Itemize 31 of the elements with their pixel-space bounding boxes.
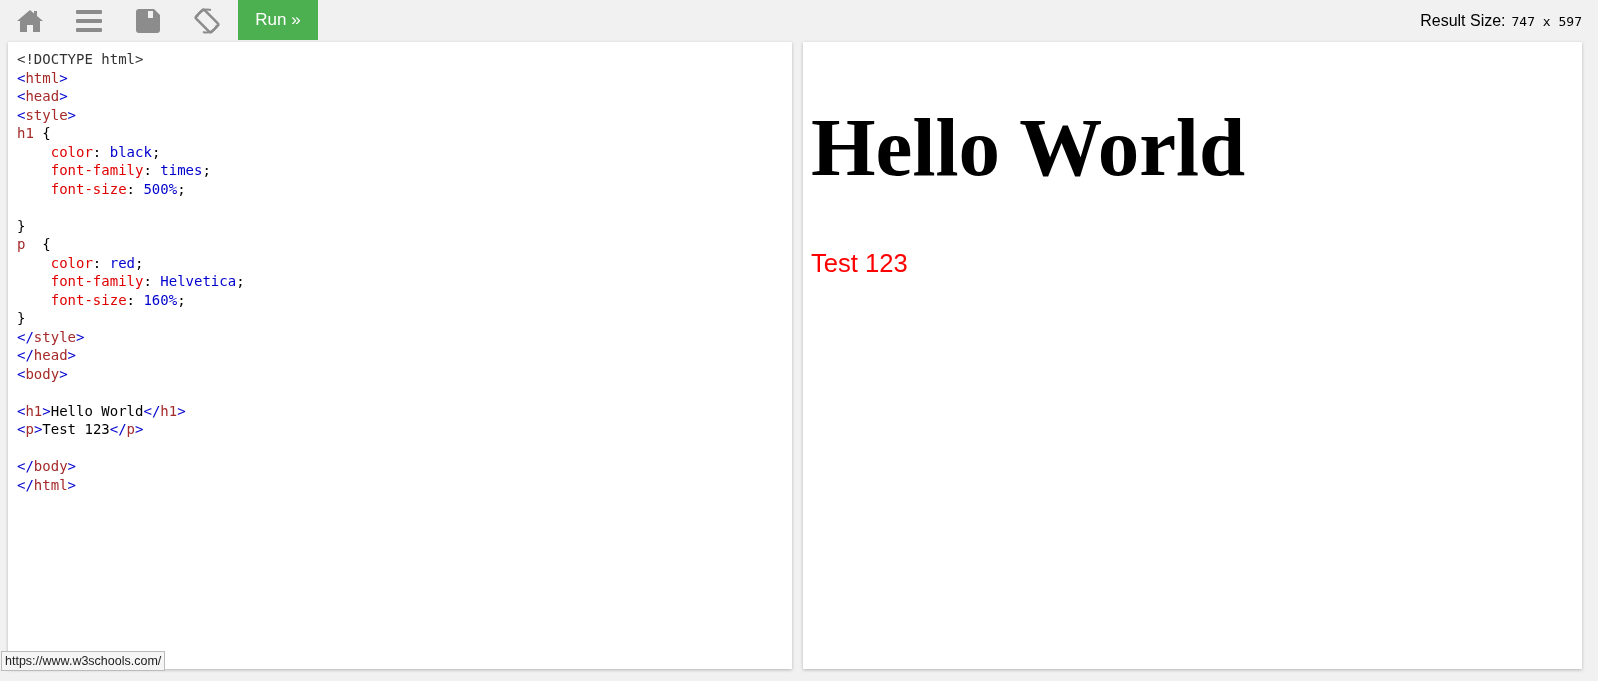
result-size-label: Result Size: xyxy=(1420,11,1506,30)
link-tooltip: https://www.w3schools.com/ xyxy=(1,651,166,671)
run-button[interactable]: Run » xyxy=(238,0,318,40)
code-line: font-family: Helvetica; xyxy=(49,272,245,291)
code-line: } xyxy=(17,309,26,328)
hello-heading: Hello World xyxy=(811,100,1246,195)
code-line: <!DOCTYPE html> xyxy=(17,50,144,69)
code-line: color: red; xyxy=(49,253,144,272)
home-icon[interactable] xyxy=(15,8,44,33)
code-line: <head> xyxy=(17,87,68,106)
code-line: </style> xyxy=(17,327,85,346)
code-line: <body> xyxy=(17,364,68,383)
rotate-icon[interactable] xyxy=(191,5,222,36)
code-line: } xyxy=(17,216,26,235)
code-line: color: black; xyxy=(49,142,161,161)
code-line: h1 { xyxy=(17,124,51,143)
code-line: font-size: 500%; xyxy=(49,179,186,198)
code-line: <h1>Hello World</h1> xyxy=(17,401,186,420)
result-size-value: 747 x 597 xyxy=(1511,13,1582,29)
code-line: </html> xyxy=(17,475,76,494)
code-line: <style> xyxy=(17,105,77,124)
code-line: </body> xyxy=(17,457,76,476)
code-line: p { xyxy=(17,235,51,254)
menu-icon[interactable] xyxy=(75,9,102,32)
code-line: <html> xyxy=(17,68,68,87)
test-paragraph: Test 123 xyxy=(811,249,908,279)
code-line: font-size: 160%; xyxy=(49,290,186,309)
code-line: </head> xyxy=(17,346,76,365)
code-line: <p>Test 123</p> xyxy=(17,420,144,439)
code-line: font-family: times; xyxy=(49,161,211,180)
save-icon[interactable] xyxy=(135,8,160,33)
